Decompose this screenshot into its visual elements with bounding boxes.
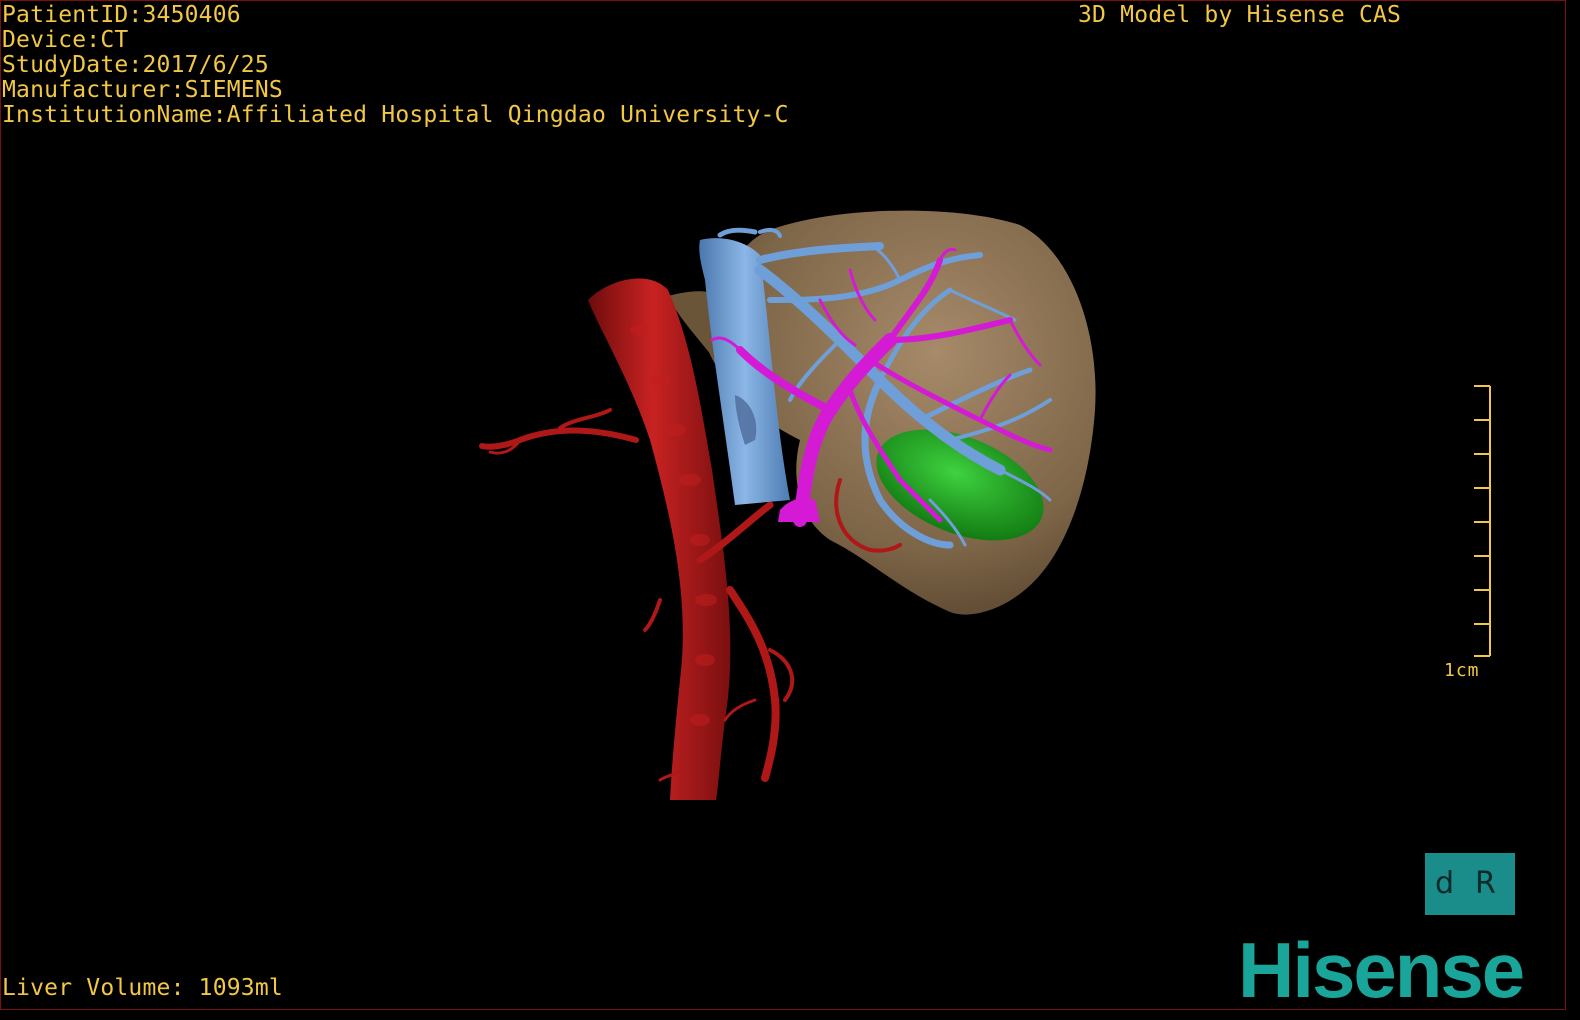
study-date: StudyDate:2017/6/25 bbox=[2, 52, 269, 78]
hisense-logo: Hisense bbox=[1238, 926, 1525, 1014]
model-credit: 3D Model by Hisense CAS bbox=[1078, 2, 1402, 28]
scale-bar bbox=[1474, 385, 1491, 657]
patient-id: PatientID:3450406 bbox=[2, 2, 241, 28]
scale-label: 1cm bbox=[1444, 660, 1480, 681]
device: Device:CT bbox=[2, 27, 129, 53]
orientation-right-glyph: R bbox=[1475, 866, 1496, 901]
orientation-left-glyph: d bbox=[1435, 866, 1455, 901]
patient-info-overlay: PatientID:3450406 Device:CT StudyDate:20… bbox=[2, 3, 789, 128]
liver-3d-model[interactable] bbox=[0, 0, 1580, 1020]
liver-volume: Liver Volume: 1093ml bbox=[2, 975, 283, 1001]
manufacturer: Manufacturer:SIEMENS bbox=[2, 77, 283, 103]
orientation-indicator[interactable]: d R bbox=[1425, 853, 1515, 915]
institution-name: InstitutionName:Affiliated Hospital Qing… bbox=[2, 102, 789, 128]
